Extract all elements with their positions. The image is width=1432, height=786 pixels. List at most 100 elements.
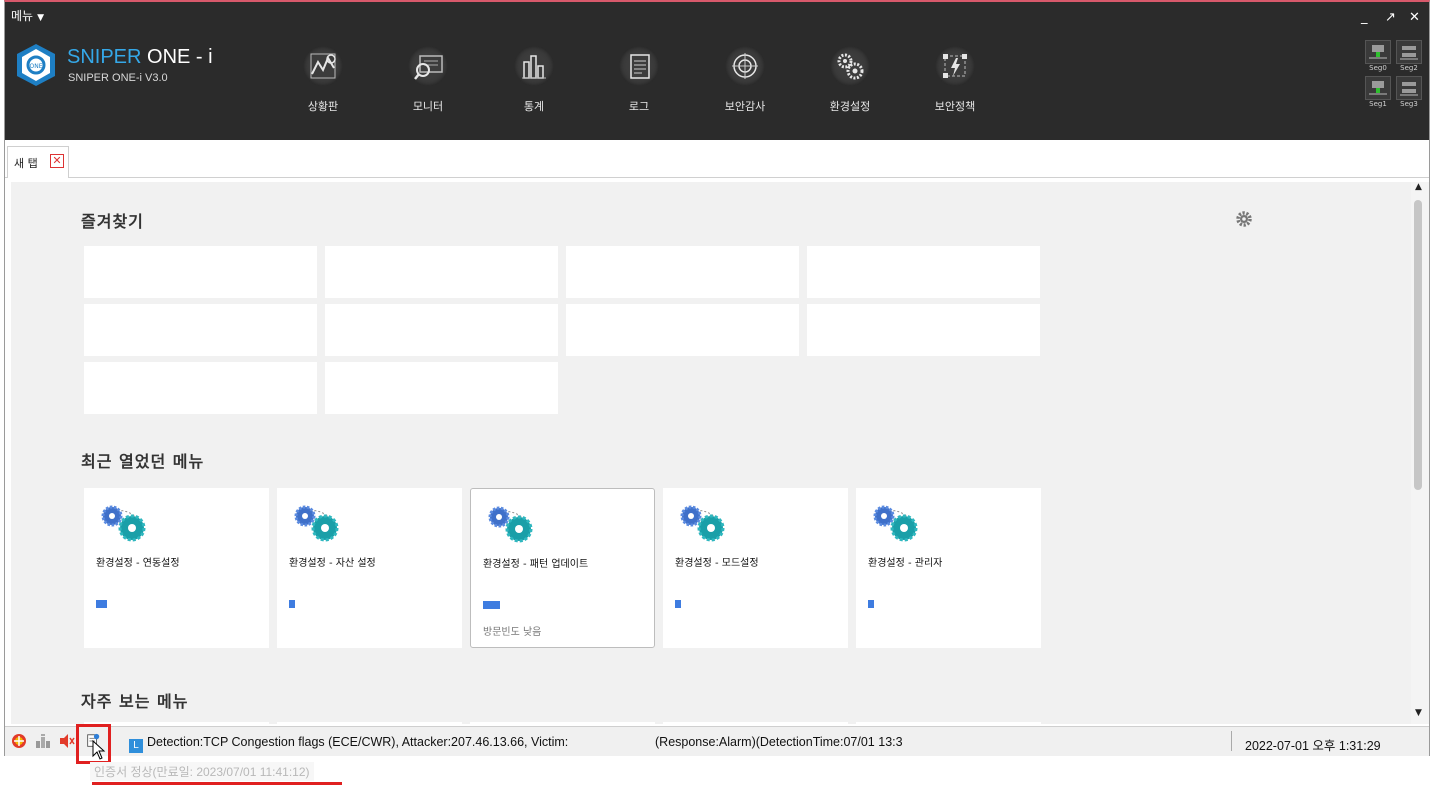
status-bar: L Detection:TCP Congestion flags (ECE/CWR… <box>5 726 1429 756</box>
recent-card[interactable]: 환경설정 - 연동설정 <box>84 488 269 648</box>
frequent-menu-title: 자주 보는 메뉴 <box>81 692 189 711</box>
frequent-card[interactable] <box>663 722 848 724</box>
log-badge: L <box>129 739 143 753</box>
favorite-slot[interactable] <box>566 246 799 298</box>
security-policy-icon <box>943 54 967 78</box>
scroll-thumb[interactable] <box>1414 200 1422 490</box>
statistics-icon <box>522 55 546 79</box>
nav-dashboard[interactable]: 상황판 <box>283 46 363 118</box>
recent-card[interactable]: 환경설정 - 관리자 <box>856 488 1041 648</box>
recent-card-name: 환경설정 - 연동설정 <box>96 558 180 569</box>
nav-label: 모니터 <box>412 100 444 113</box>
favorite-slot[interactable] <box>325 362 558 414</box>
nav-icon-bg <box>514 46 554 86</box>
detection-message[interactable]: L Detection:TCP Congestion flags (ECE/CWR… <box>129 735 568 753</box>
visit-frequency: 방문빈도 낮음 <box>483 627 542 638</box>
usage-bar <box>483 601 500 609</box>
security-audit-icon <box>732 53 758 79</box>
brand-prefix: SNIPER <box>67 46 142 68</box>
recent-card[interactable]: 환경설정 - 자산 설정 <box>277 488 462 648</box>
nav-settings[interactable]: 환경설정 <box>810 46 890 118</box>
favorite-slot[interactable] <box>325 304 558 356</box>
restore-button[interactable]: ↗ <box>1385 10 1396 25</box>
segment-seg0[interactable]: Seg0 <box>1365 40 1391 74</box>
tab-label: 새 탭 <box>14 157 38 170</box>
segment-icon <box>1396 40 1422 64</box>
brand-title: SNIPER ONE - i <box>67 46 213 69</box>
network-icon[interactable] <box>35 733 51 749</box>
frequent-card[interactable] <box>470 722 655 724</box>
recent-card[interactable]: 환경설정 - 패턴 업데이트 방문빈도 낮음 <box>470 488 655 648</box>
close-button[interactable]: ✕ <box>1409 10 1420 25</box>
nav-icon-bg <box>935 46 975 86</box>
tab-bar: 새 탭 ✕ <box>5 140 1429 178</box>
favorites-title: 즐겨찾기 <box>81 212 144 231</box>
tooltip-underline <box>92 782 342 785</box>
usage-bar <box>289 600 295 608</box>
favorite-slot[interactable] <box>84 362 317 414</box>
dashboard-icon <box>310 53 336 79</box>
brand-subtitle: SNIPER ONE-i V3.0 <box>68 72 168 84</box>
nav-label: 통계 <box>523 100 545 113</box>
main-window: 메뉴 ▼ ONE SNIPER ONE - i SNIPER ONE-i V3.0… <box>4 0 1430 756</box>
nav-security-audit[interactable]: 보안감사 <box>705 46 785 118</box>
vertical-scrollbar[interactable]: ▲ ▼ <box>1411 182 1429 724</box>
favorite-slot[interactable] <box>807 246 1040 298</box>
usage-bar <box>675 600 681 608</box>
segment-icon <box>1365 76 1391 100</box>
menu-label: 메뉴 <box>11 9 34 23</box>
nav-label: 로그 <box>628 100 650 113</box>
recent-card-name: 환경설정 - 모드설정 <box>675 558 759 569</box>
monitor-icon <box>414 55 443 80</box>
segment-label: Seg1 <box>1369 100 1387 108</box>
segment-label: Seg0 <box>1369 64 1387 72</box>
favorite-slot[interactable] <box>566 304 799 356</box>
app-root: 메뉴 ▼ ONE SNIPER ONE - i SNIPER ONE-i V3.0… <box>0 0 1432 786</box>
detection-text: Detection:TCP Congestion flags (ECE/CWR)… <box>147 735 569 749</box>
brand-suffix: ONE - i <box>141 46 213 68</box>
nav-monitor[interactable]: 모니터 <box>388 46 468 118</box>
tab-close-icon[interactable]: ✕ <box>50 154 64 168</box>
nav-icon-bg <box>303 46 343 86</box>
settings-gears-icon <box>294 505 339 542</box>
status-divider <box>1231 731 1232 751</box>
nav-log[interactable]: 로그 <box>599 46 679 118</box>
segment-seg2[interactable]: Seg2 <box>1396 40 1422 74</box>
scroll-up-icon[interactable]: ▲ <box>1415 182 1422 192</box>
alert-icon[interactable] <box>11 733 27 749</box>
menu-button[interactable]: 메뉴 ▼ <box>11 7 44 24</box>
speaker-muted-icon[interactable] <box>59 733 75 749</box>
recent-menu-title: 최근 열었던 메뉴 <box>81 452 205 471</box>
recent-card[interactable]: 환경설정 - 모드설정 <box>663 488 848 648</box>
favorite-slot[interactable] <box>84 246 317 298</box>
nav-security-policy[interactable]: 보안정책 <box>915 46 995 118</box>
settings-gears-icon <box>873 505 918 542</box>
certificate-tooltip: 인증서 정상(만료일: 2023/07/01 11:41:12) <box>90 762 314 781</box>
segment-icon <box>1365 40 1391 64</box>
frequent-card[interactable] <box>84 722 269 724</box>
favorite-slot[interactable] <box>84 304 317 356</box>
scroll-down-icon[interactable]: ▼ <box>1415 708 1422 718</box>
tab-new[interactable]: 새 탭 ✕ <box>7 146 69 178</box>
minimize-button[interactable]: _ <box>1361 10 1368 25</box>
frequent-card[interactable] <box>856 722 1041 724</box>
segment-seg3[interactable]: Seg3 <box>1396 76 1422 110</box>
response-message: (Response:Alarm)(DetectionTime:07/01 13:… <box>655 735 903 749</box>
nav-label: 보안정책 <box>934 100 976 113</box>
segment-label: Seg2 <box>1400 64 1418 72</box>
caret-down-icon: ▼ <box>37 13 45 23</box>
segment-label: Seg3 <box>1400 100 1418 108</box>
logo-icon: ONE <box>17 44 55 86</box>
usage-bar <box>96 600 107 608</box>
gear-icon[interactable] <box>1235 210 1253 228</box>
settings-gears-icon <box>680 505 725 542</box>
favorite-slot[interactable] <box>325 246 558 298</box>
frequent-card[interactable] <box>277 722 462 724</box>
recent-card-name: 환경설정 - 자산 설정 <box>289 558 376 569</box>
nav-statistics[interactable]: 통계 <box>494 46 574 118</box>
log-icon <box>630 54 650 79</box>
logo-text: ONE <box>29 63 42 70</box>
segment-seg1[interactable]: Seg1 <box>1365 76 1391 110</box>
favorite-slot[interactable] <box>807 304 1040 356</box>
header: 메뉴 ▼ ONE SNIPER ONE - i SNIPER ONE-i V3.0… <box>5 2 1429 140</box>
